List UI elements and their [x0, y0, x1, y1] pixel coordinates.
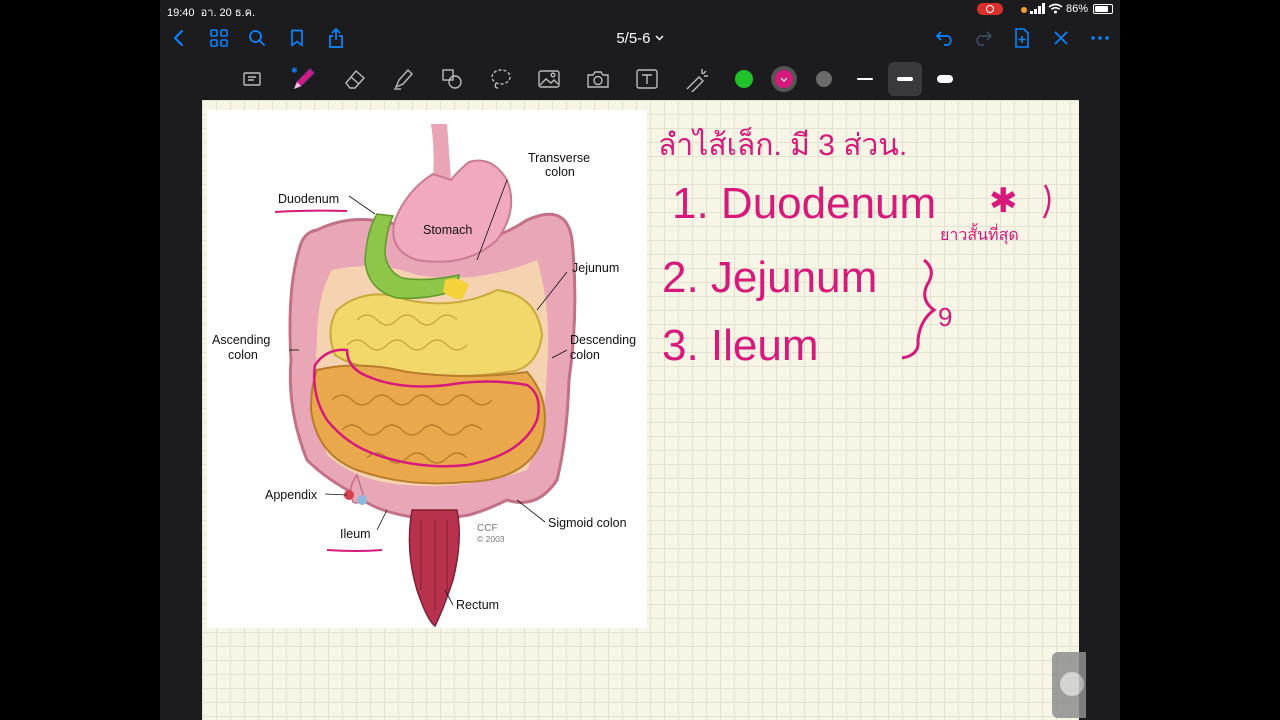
bookmark-icon — [291, 29, 303, 47]
cellular-signal-icon — [1030, 3, 1046, 17]
notes-item-ileum: 3. Ileum — [662, 321, 819, 370]
redo-icon — [976, 31, 993, 46]
label-appendix: Appendix — [265, 488, 318, 502]
lasso-icon — [491, 69, 511, 89]
highlighter-icon — [394, 68, 413, 90]
image-icon — [538, 70, 560, 88]
notes-item-jejunum: 2. Jejunum — [662, 253, 877, 302]
label-ascending-colon-2: colon — [228, 348, 258, 362]
page-view-button[interactable] — [235, 58, 269, 100]
notes-duodenum-remark: ยาวสั้นที่สุด — [940, 223, 1019, 245]
copyright-ccf: CCF — [477, 523, 498, 534]
page-scroll-handle[interactable] — [1052, 652, 1086, 718]
label-descending-colon: Descending — [570, 333, 636, 347]
label-ileum: Ileum — [340, 527, 371, 541]
search-icon — [249, 30, 265, 46]
image-tool-button[interactable] — [532, 58, 566, 100]
share-button[interactable] — [321, 18, 351, 58]
label-jejunum: Jejunum — [572, 261, 619, 275]
label-transverse-colon-2: colon — [545, 165, 575, 179]
add-page-icon — [1015, 28, 1029, 48]
document-title-button[interactable]: 5/5-6 — [590, 18, 690, 58]
stroke-thin-button[interactable] — [848, 58, 882, 100]
shapes-icon — [442, 69, 462, 89]
tool-bar: ✱ — [160, 58, 1120, 100]
stroke-thick-button[interactable] — [928, 58, 962, 100]
digestive-system-diagram: Transverse colon Duodenum Stomach Jejunu… — [207, 110, 647, 628]
undo-icon — [935, 31, 952, 46]
color-gray-swatch[interactable] — [807, 58, 841, 100]
label-descending-colon-2: colon — [570, 348, 600, 362]
label-stomach: Stomach — [423, 223, 472, 237]
add-page-button[interactable] — [1007, 18, 1037, 58]
lasso-tool-button[interactable] — [484, 58, 518, 100]
stroke-medium-button[interactable] — [888, 62, 922, 96]
camera-icon — [587, 71, 609, 88]
battery-percent: 86% — [1066, 3, 1089, 15]
handwritten-notes: ลำไส้เล็ก. มี 3 ส่วน. 1. Duodenum ✱ ยาวส… — [658, 126, 1051, 370]
more-icon — [1091, 36, 1109, 40]
search-button[interactable] — [242, 18, 272, 58]
page-view-icon — [243, 72, 261, 86]
pen-icon: ✱ — [291, 66, 315, 89]
status-bar: 19:40 อา. 20 ธ.ค. 86% — [160, 0, 1120, 19]
rectum — [408, 509, 460, 628]
esophagus — [431, 124, 451, 180]
notes-heading: ลำไส้เล็ก. มี 3 ส่วน. — [658, 126, 907, 162]
small-intestine-upper — [329, 288, 544, 377]
ipad-screen: 19:40 อา. 20 ธ.ค. 86% 5/5-6 ✱ Transverse… — [160, 0, 1120, 720]
undo-button[interactable] — [930, 18, 960, 58]
redo-button[interactable] — [968, 18, 998, 58]
battery-icon — [1093, 4, 1113, 14]
text-tool-button[interactable] — [630, 58, 664, 100]
color-magenta-swatch[interactable] — [767, 58, 801, 100]
bookmark-button[interactable] — [282, 18, 312, 58]
close-button[interactable] — [1046, 18, 1076, 58]
more-button[interactable] — [1085, 18, 1115, 58]
chevron-down-icon — [655, 35, 664, 41]
brace-note: 9 — [938, 302, 952, 332]
share-icon — [329, 28, 343, 48]
screen-recording-icon — [977, 3, 1003, 15]
label-sigmoid-colon: Sigmoid colon — [548, 516, 627, 530]
label-duodenum: Duodenum — [278, 192, 339, 206]
highlighter-tool-button[interactable] — [386, 58, 420, 100]
svg-text:✱: ✱ — [291, 66, 298, 75]
color-green-swatch[interactable] — [727, 58, 761, 100]
nav-bar: 5/5-6 — [160, 18, 1120, 58]
close-icon — [1054, 31, 1068, 45]
eraser-icon — [345, 70, 365, 89]
copyright-year: © 2003 — [477, 534, 505, 544]
mic-indicator-icon — [1021, 7, 1027, 13]
shapes-tool-button[interactable] — [435, 58, 469, 100]
label-rectum: Rectum — [456, 598, 499, 612]
laser-pointer-icon — [686, 69, 708, 92]
back-button[interactable] — [164, 18, 194, 58]
eraser-tool-button[interactable] — [338, 58, 372, 100]
pen-tool-button[interactable]: ✱ — [287, 58, 321, 100]
asterisk-mark: ✱ — [989, 182, 1018, 220]
label-ascending-colon: Ascending — [212, 333, 270, 347]
grid-icon — [210, 29, 228, 47]
text-icon — [636, 69, 658, 89]
label-transverse-colon: Transverse — [528, 151, 590, 165]
brace-mark — [901, 258, 937, 360]
notebook-page[interactable]: Transverse colon Duodenum Stomach Jejunu… — [202, 100, 1079, 720]
notes-item-duodenum: 1. Duodenum — [672, 179, 936, 228]
thumbnails-button[interactable] — [204, 18, 234, 58]
wifi-icon — [1048, 3, 1063, 17]
camera-tool-button[interactable] — [581, 58, 615, 100]
chevron-left-icon — [173, 30, 183, 46]
laser-pointer-button[interactable] — [680, 58, 714, 100]
